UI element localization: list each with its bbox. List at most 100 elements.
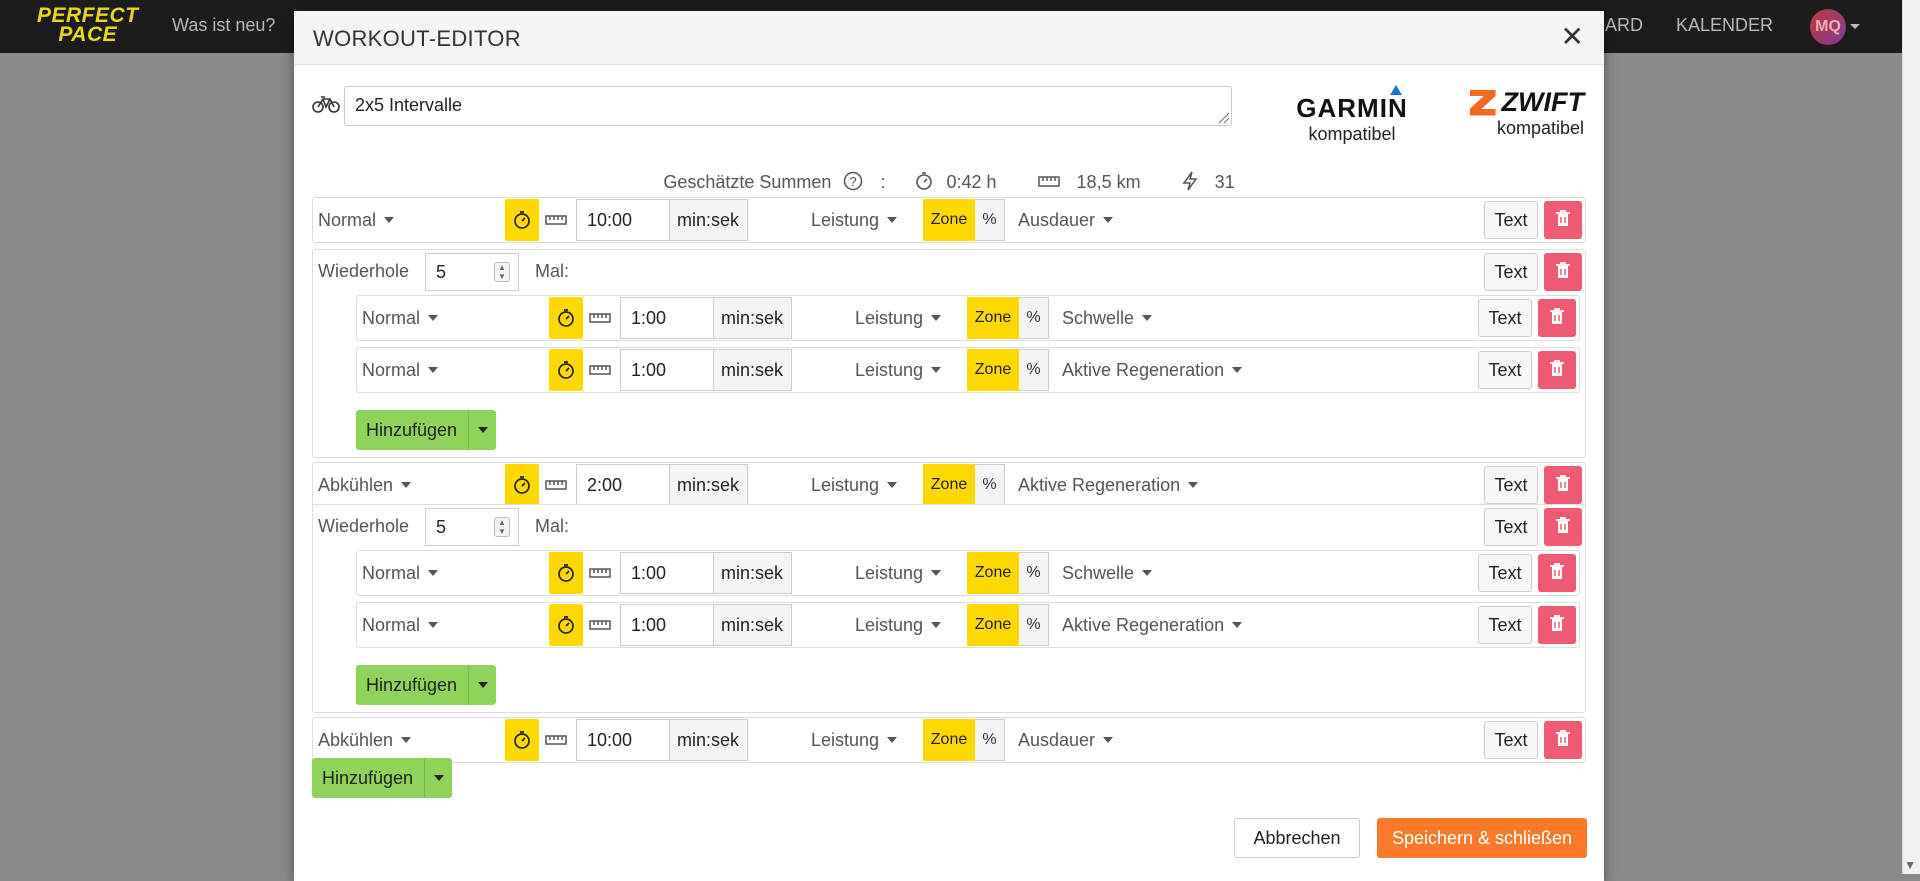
chevron-down-icon[interactable]	[1850, 24, 1860, 29]
chevron-down-icon[interactable]	[424, 758, 452, 798]
repeat-count-input[interactable]: 5 ▲ ▼	[425, 508, 519, 546]
zone-button[interactable]: Zone	[923, 464, 975, 506]
timer-icon[interactable]	[505, 464, 539, 506]
distance-ruler-icon[interactable]	[539, 719, 573, 761]
text-button[interactable]: Text	[1484, 466, 1538, 504]
resize-grip-icon[interactable]	[1216, 110, 1230, 124]
timer-icon[interactable]	[549, 297, 583, 339]
timer-icon[interactable]	[549, 349, 583, 391]
zone-button[interactable]: Zone	[923, 199, 975, 241]
zone-target-dropdown[interactable]: Aktive Regeneration	[1013, 463, 1313, 507]
percent-toggle[interactable]: %	[1019, 552, 1049, 594]
duration-input[interactable]: 2:00	[576, 464, 670, 506]
metric-dropdown[interactable]: Leistung	[850, 551, 950, 595]
close-icon[interactable]: ✕	[1561, 21, 1584, 52]
timer-icon[interactable]	[549, 604, 583, 646]
delete-button[interactable]	[1538, 606, 1576, 644]
duration-input[interactable]: 1:00	[620, 297, 714, 339]
step-type-dropdown[interactable]: Abkühlen	[313, 463, 503, 507]
percent-toggle[interactable]: %	[975, 464, 1005, 506]
timer-icon[interactable]	[505, 719, 539, 761]
zone-target-dropdown[interactable]: Schwelle	[1057, 296, 1357, 340]
delete-button[interactable]	[1544, 253, 1582, 291]
zone-target-dropdown[interactable]: Aktive Regeneration	[1057, 603, 1357, 647]
duration-input[interactable]: 10:00	[576, 719, 670, 761]
percent-toggle[interactable]: %	[975, 199, 1005, 241]
metric-dropdown[interactable]: Leistung	[806, 198, 906, 242]
delete-button[interactable]	[1538, 554, 1576, 592]
delete-button[interactable]	[1544, 466, 1582, 504]
delete-button[interactable]	[1544, 508, 1582, 546]
trash-icon[interactable]	[1555, 729, 1571, 752]
step-type-dropdown[interactable]: Abkühlen	[313, 718, 503, 762]
zone-button[interactable]: Zone	[967, 297, 1019, 339]
perfect-pace-logo[interactable]: PERFECT PACE	[37, 5, 139, 45]
trash-icon[interactable]	[1549, 307, 1565, 330]
distance-ruler-icon[interactable]	[583, 552, 617, 594]
step-type-dropdown[interactable]: Normal	[357, 348, 547, 392]
percent-toggle[interactable]: %	[1019, 349, 1049, 391]
timer-icon[interactable]	[549, 552, 583, 594]
page-scrollbar[interactable]: ▼	[1902, 0, 1920, 874]
distance-ruler-icon[interactable]	[539, 464, 573, 506]
zone-target-dropdown[interactable]: Ausdauer	[1013, 718, 1313, 762]
duration-input[interactable]: 10:00	[576, 199, 670, 241]
duration-input[interactable]: 1:00	[620, 552, 714, 594]
add-step-button[interactable]: Hinzufügen	[356, 410, 496, 450]
text-button[interactable]: Text	[1484, 721, 1538, 759]
zone-button[interactable]: Zone	[967, 349, 1019, 391]
zone-button[interactable]: Zone	[967, 604, 1019, 646]
step-type-dropdown[interactable]: Normal	[313, 198, 503, 242]
avatar[interactable]: MQ	[1810, 9, 1846, 45]
trash-icon[interactable]	[1555, 474, 1571, 497]
workout-name-input[interactable]: 2x5 Intervalle	[344, 86, 1232, 126]
text-button[interactable]: Text	[1478, 351, 1532, 389]
trash-icon[interactable]	[1549, 614, 1565, 637]
nav-link-dashboard[interactable]: ARD	[1605, 15, 1643, 36]
cancel-button[interactable]: Abbrechen	[1234, 818, 1360, 858]
add-step-button[interactable]: Hinzufügen	[356, 665, 496, 705]
repeat-count-input[interactable]: 5 ▲ ▼	[425, 253, 519, 291]
trash-icon[interactable]	[1555, 209, 1571, 232]
text-button[interactable]: Text	[1484, 201, 1538, 239]
percent-toggle[interactable]: %	[1019, 604, 1049, 646]
delete-button[interactable]	[1544, 201, 1582, 239]
percent-toggle[interactable]: %	[1019, 297, 1049, 339]
metric-dropdown[interactable]: Leistung	[850, 296, 950, 340]
nav-link-whats-new[interactable]: Was ist neu?	[172, 15, 275, 36]
text-button[interactable]: Text	[1478, 606, 1532, 644]
text-button[interactable]: Text	[1478, 299, 1532, 337]
save-and-close-button[interactable]: Speichern & schließen	[1377, 818, 1587, 858]
chevron-down-icon[interactable]	[468, 410, 496, 450]
delete-button[interactable]	[1538, 299, 1576, 337]
zone-target-dropdown[interactable]: Aktive Regeneration	[1057, 348, 1357, 392]
metric-dropdown[interactable]: Leistung	[806, 463, 906, 507]
zone-button[interactable]: Zone	[923, 719, 975, 761]
metric-dropdown[interactable]: Leistung	[850, 603, 950, 647]
delete-button[interactable]	[1544, 721, 1582, 759]
distance-ruler-icon[interactable]	[583, 349, 617, 391]
spinner-icon[interactable]: ▲ ▼	[494, 517, 510, 537]
duration-input[interactable]: 1:00	[620, 349, 714, 391]
text-button[interactable]: Text	[1478, 554, 1532, 592]
help-icon[interactable]: ?	[843, 171, 863, 191]
trash-icon[interactable]	[1549, 359, 1565, 382]
step-type-dropdown[interactable]: Normal	[357, 551, 547, 595]
metric-dropdown[interactable]: Leistung	[806, 718, 906, 762]
timer-icon[interactable]	[505, 199, 539, 241]
metric-dropdown[interactable]: Leistung	[850, 348, 950, 392]
delete-button[interactable]	[1538, 351, 1576, 389]
text-button[interactable]: Text	[1484, 253, 1538, 291]
close-button[interactable]: ✕	[1561, 23, 1584, 51]
trash-icon[interactable]	[1549, 562, 1565, 585]
add-step-button[interactable]: Hinzufügen	[312, 758, 452, 798]
zone-target-dropdown[interactable]: Schwelle	[1057, 551, 1357, 595]
zone-target-dropdown[interactable]: Ausdauer	[1013, 198, 1313, 242]
percent-toggle[interactable]: %	[975, 719, 1005, 761]
step-type-dropdown[interactable]: Normal	[357, 603, 547, 647]
distance-ruler-icon[interactable]	[583, 604, 617, 646]
step-type-dropdown[interactable]: Normal	[357, 296, 547, 340]
trash-icon[interactable]	[1555, 516, 1571, 539]
scroll-down-icon[interactable]: ▼	[1904, 858, 1916, 872]
duration-input[interactable]: 1:00	[620, 604, 714, 646]
